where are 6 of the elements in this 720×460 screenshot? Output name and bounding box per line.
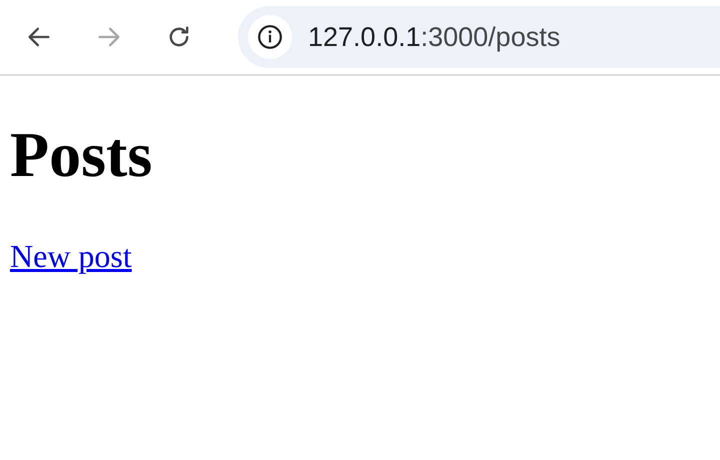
new-post-link[interactable]: New post (10, 238, 132, 276)
info-button[interactable] (248, 15, 292, 59)
address-bar[interactable]: 127.0.0.1:3000/posts (238, 6, 720, 68)
page-heading: Posts (10, 120, 152, 190)
info-icon (257, 24, 283, 50)
url-text: 127.0.0.1:3000/posts (308, 22, 560, 52)
